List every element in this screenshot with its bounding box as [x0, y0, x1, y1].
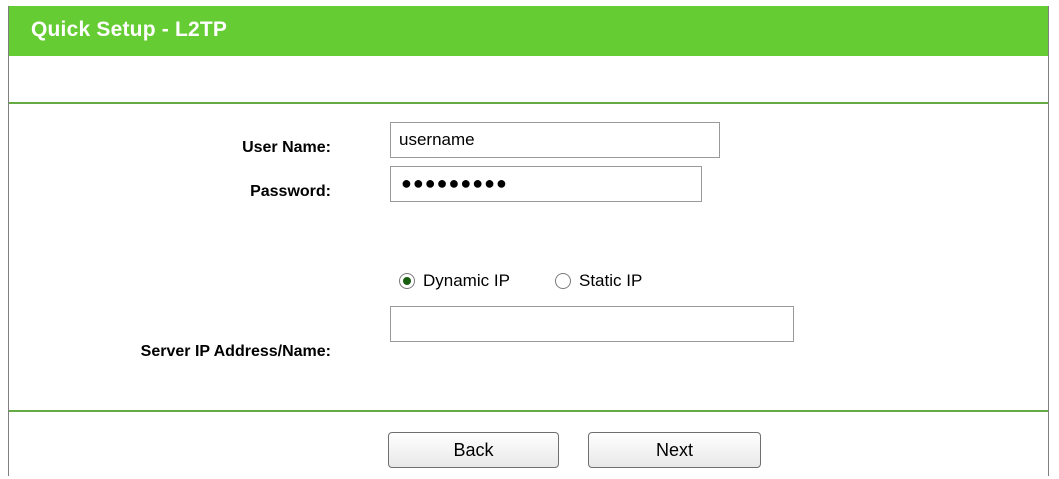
- server-ip-label: Server IP Address/Name:: [140, 343, 331, 360]
- server-ip-input[interactable]: [390, 306, 794, 342]
- next-button[interactable]: Next: [588, 432, 761, 468]
- static-ip-option[interactable]: Static IP: [555, 271, 642, 291]
- dynamic-ip-label: Dynamic IP: [423, 271, 510, 290]
- divider-bottom: [9, 410, 1048, 412]
- dynamic-ip-radio[interactable]: [399, 273, 415, 289]
- quick-setup-panel: Quick Setup - L2TP User Name: Password: …: [8, 6, 1049, 476]
- static-ip-label: Static IP: [579, 271, 643, 290]
- page-title: Quick Setup - L2TP: [31, 18, 228, 41]
- user-name-input[interactable]: [390, 122, 720, 158]
- dynamic-ip-option[interactable]: Dynamic IP: [399, 271, 510, 291]
- back-button[interactable]: Back: [388, 432, 559, 468]
- title-bar: Quick Setup - L2TP: [9, 6, 1048, 56]
- divider-top: [9, 102, 1048, 104]
- password-label: Password:: [250, 183, 331, 200]
- user-name-label: User Name:: [242, 139, 331, 156]
- password-input[interactable]: ●●●●●●●●●: [390, 166, 702, 202]
- static-ip-radio[interactable]: [555, 273, 571, 289]
- password-mask: ●●●●●●●●●: [401, 173, 508, 193]
